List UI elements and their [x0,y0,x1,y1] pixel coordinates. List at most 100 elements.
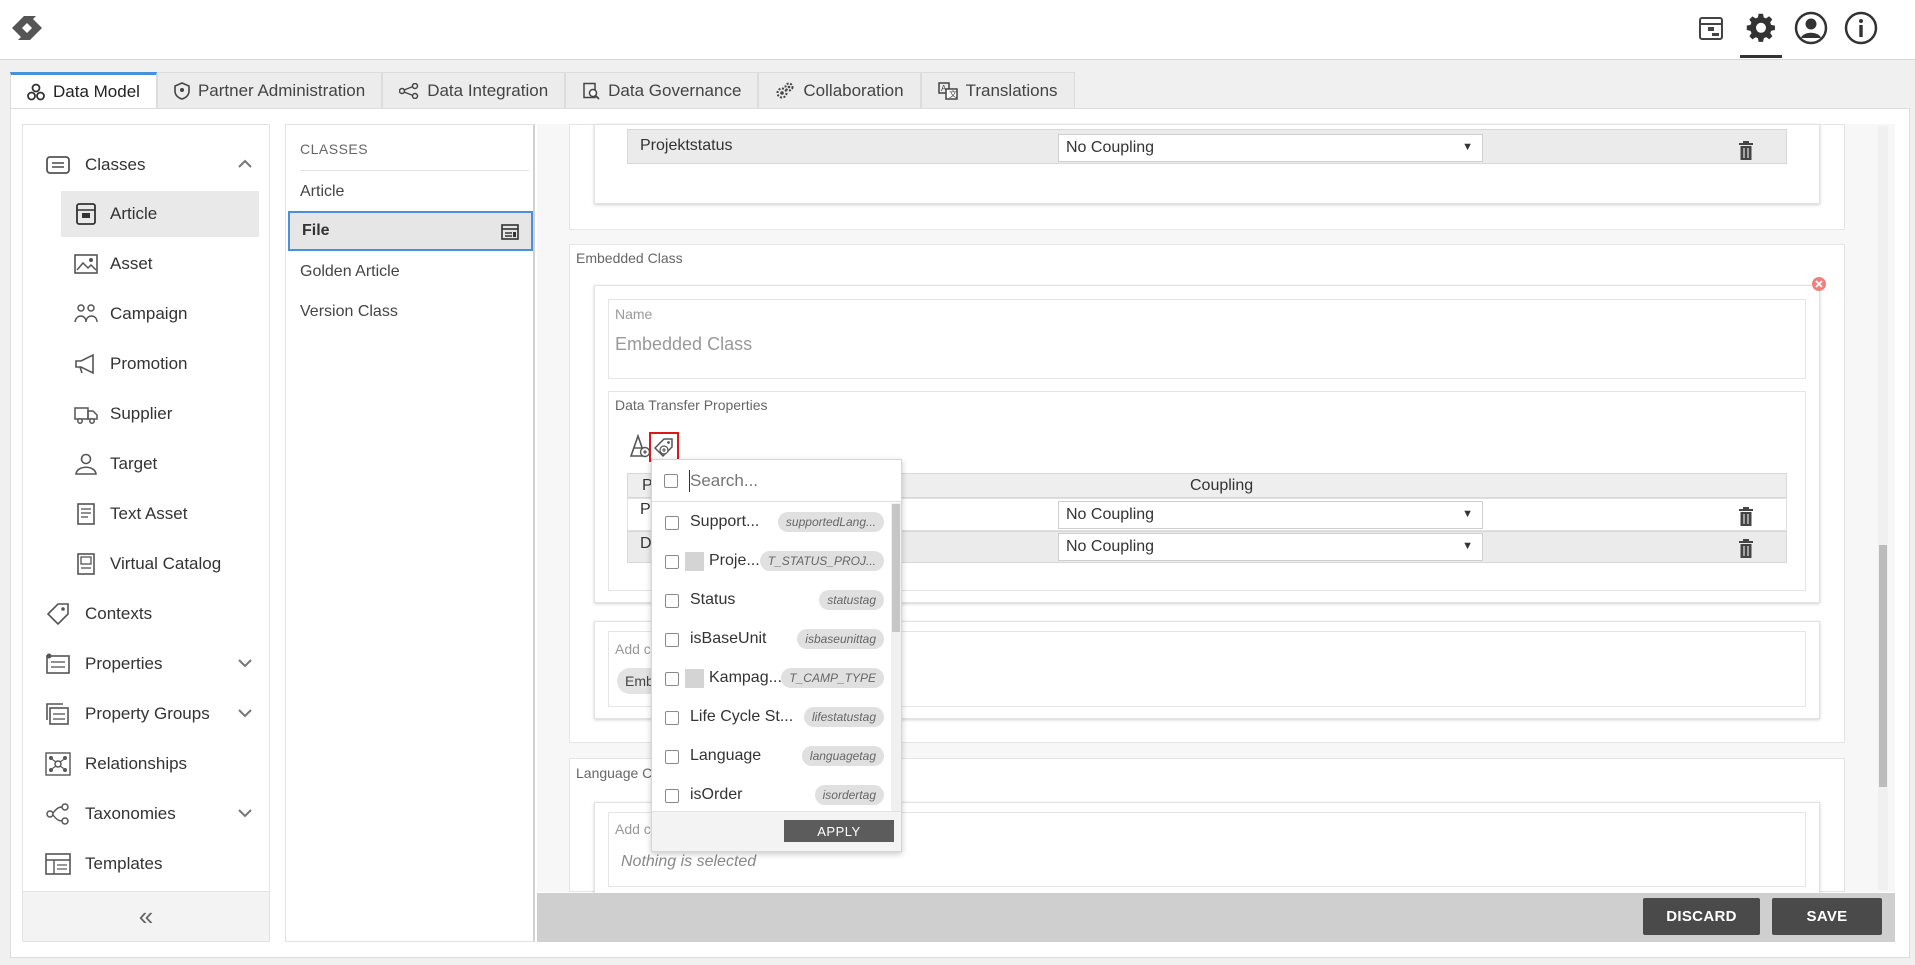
option-name: Life Cycle St... [690,708,794,725]
chevron-down-icon[interactable] [237,706,253,720]
option-name: Support... [690,513,760,530]
tab-label: Data Integration [427,81,549,100]
archive-icon[interactable] [1693,10,1729,46]
svg-text:文: 文 [949,89,957,99]
close-icon[interactable] [1811,276,1827,292]
select-all-checkbox[interactable] [664,474,678,488]
divider [300,170,529,171]
truck-icon [74,407,98,424]
sidebar-item-classes[interactable]: Classes [23,142,269,188]
dropdown-option[interactable]: Proje... T_STATUS_PROJ... [652,542,890,581]
trash-icon[interactable] [1738,539,1754,558]
option-checkbox[interactable] [665,672,679,686]
option-checkbox[interactable] [665,750,679,764]
settings-gear-icon[interactable] [1740,10,1782,58]
sidebar-item-label: Contexts [85,604,153,623]
trash-icon[interactable] [1738,141,1754,160]
name-field-box[interactable] [608,299,1806,379]
sidebar-item-relationships[interactable]: Relationships [23,741,269,787]
sidebar-item-asset[interactable]: Asset [23,241,269,287]
name-value: Embedded Class [615,334,753,354]
dropdown-arrow-icon: ▼ [1462,540,1473,552]
sidebar-item-taxonomies[interactable]: Taxonomies [23,791,269,837]
option-checkbox[interactable] [665,594,679,608]
dropdown-option[interactable]: Language languagetag [652,737,890,776]
coupling-select[interactable]: No Coupling ▼ [1058,134,1483,162]
sidebar-item-virtual-catalog[interactable]: Virtual Catalog [23,541,269,587]
class-item-version-class[interactable]: Version Class [288,292,533,332]
sidebar-item-supplier[interactable]: Supplier [23,391,269,437]
apply-button[interactable]: APPLY [784,820,894,842]
coupling-select[interactable]: No Coupling ▼ [1058,501,1483,529]
sidebar-item-campaign[interactable]: Campaign [23,291,269,337]
option-tag: statustag [819,590,884,610]
sidebar-item-target[interactable]: Target [23,441,269,487]
chevron-down-icon[interactable] [237,806,253,820]
property-groups-icon [46,703,69,725]
module-tabs: Data Model Partner Administration Data I… [10,72,1075,109]
search-input[interactable] [690,469,890,493]
column-header-coupling: Coupling [1190,477,1254,494]
coupling-select[interactable]: No Coupling ▼ [1058,533,1483,561]
option-checkbox[interactable] [665,516,679,530]
taxonomy-icon [46,803,69,825]
info-icon[interactable] [1843,10,1879,46]
option-checkbox[interactable] [665,711,679,725]
add-tag-button[interactable] [649,432,679,462]
option-checkbox[interactable] [665,555,679,569]
sidebar-item-promotion[interactable]: Promotion [23,341,269,387]
template-icon [45,853,71,875]
tab-collaboration[interactable]: Collaboration [758,72,921,109]
class-item-golden-article[interactable]: Golden Article [288,252,533,292]
save-button[interactable]: SAVE [1772,898,1882,935]
catalog-icon [77,553,95,575]
class-item-label: Article [300,183,345,200]
sidebar-item-label: Target [110,454,158,473]
chevron-up-icon[interactable] [237,157,253,171]
classes-icon [46,156,70,174]
dropdown-option[interactable]: Kampag... T_CAMP_TYPE [652,659,890,698]
tab-data-integration[interactable]: Data Integration [382,72,566,109]
megaphone-icon [75,353,94,375]
section-title: Language C [576,765,653,781]
sidebar-item-article[interactable]: Article [61,191,259,237]
app-logo-icon[interactable] [4,8,50,48]
text-document-icon [77,503,95,525]
sidebar-item-label: Supplier [110,404,173,423]
tab-translations[interactable]: A文 Translations [920,72,1075,109]
dropdown-option[interactable]: isBaseUnit isbaseunittag [652,620,890,659]
trash-icon[interactable] [1738,507,1754,526]
sidebar-item-properties[interactable]: Properties [23,641,269,687]
user-profile-icon[interactable] [1793,10,1829,46]
dropdown-option[interactable]: isOrder isordertag [652,776,890,815]
class-item-article[interactable]: Article [288,172,533,212]
sidebar-item-contexts[interactable]: Contexts [23,591,269,637]
option-name: Proje... [709,552,760,569]
sidebar-item-text-asset[interactable]: Text Asset [23,491,269,537]
add-property-icon[interactable] [629,434,651,458]
class-item-file[interactable]: File [288,211,533,251]
tab-data-governance[interactable]: Data Governance [565,72,759,109]
tab-partner-administration[interactable]: Partner Administration [156,72,383,109]
chevron-down-icon[interactable] [237,656,253,670]
discard-button[interactable]: DISCARD [1643,898,1760,935]
sidebar-item-property-groups[interactable]: Property Groups [23,691,269,737]
dropdown-arrow-icon: ▼ [1462,508,1473,520]
dropdown-footer: APPLY [652,811,901,851]
details-icon[interactable] [501,224,519,240]
option-checkbox[interactable] [665,633,679,647]
dropdown-option[interactable]: Status statustag [652,581,890,620]
dropdown-option[interactable]: Support... supportedLang... [652,503,890,542]
option-tag: T_CAMP_TYPE [781,668,884,688]
dropdown-scrollbar-thumb[interactable] [892,504,900,632]
dropdown-arrow-icon: ▼ [1462,141,1473,153]
double-chevron-left-icon: « [138,901,154,931]
scrollbar-thumb[interactable] [1879,545,1887,787]
option-checkbox[interactable] [665,789,679,803]
tab-data-model[interactable]: Data Model [10,72,157,109]
dropdown-option[interactable]: Life Cycle St... lifestatustag [652,698,890,737]
row-property-name: P [640,501,651,518]
sidebar-item-label: Promotion [110,354,188,373]
sidebar-collapse-button[interactable]: « [23,891,269,941]
sidebar-item-templates[interactable]: Templates [23,841,269,887]
